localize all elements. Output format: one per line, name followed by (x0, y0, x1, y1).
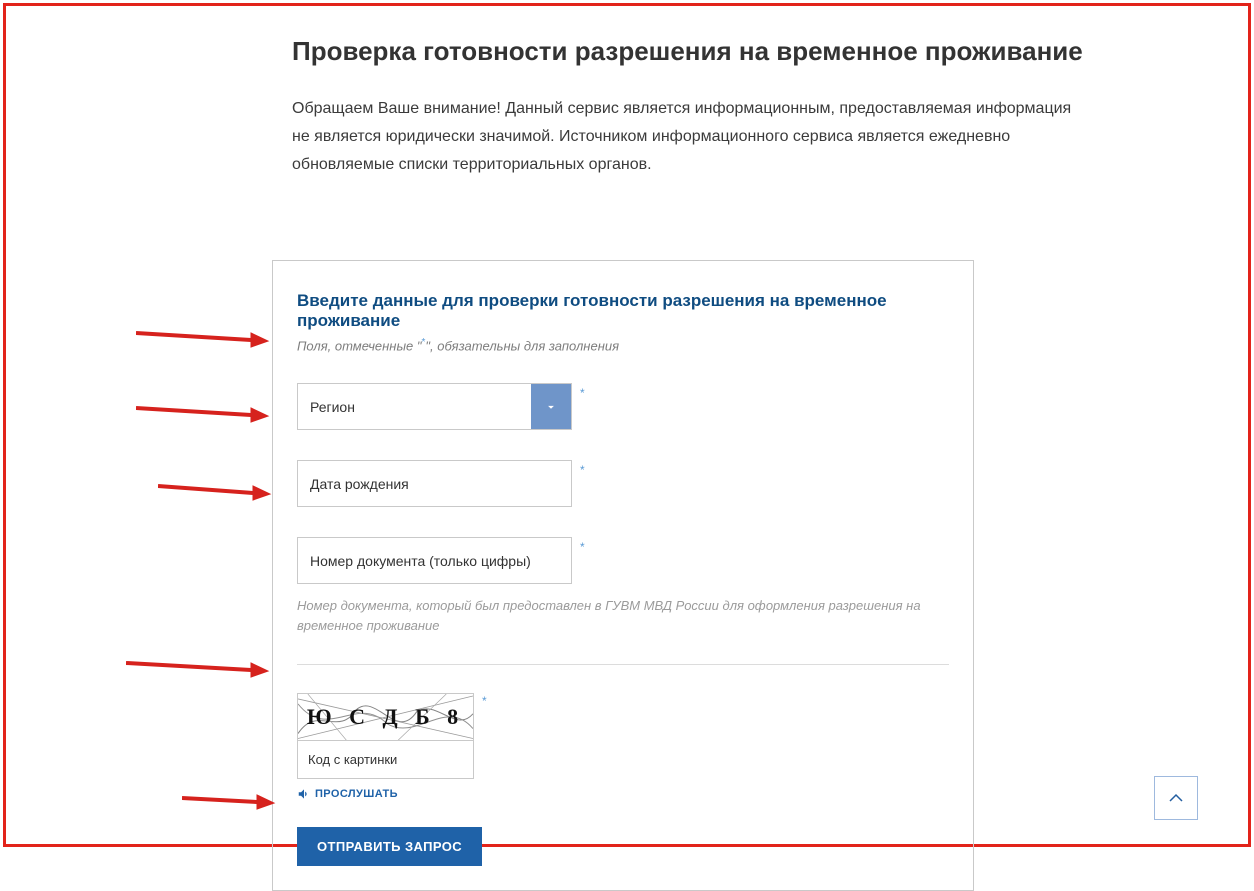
form-card: Введите данные для проверки готовности р… (272, 260, 974, 891)
annotated-frame: Проверка готовности разрешения на времен… (3, 3, 1251, 847)
captcha-input-placeholder: Код с картинки (308, 752, 397, 767)
dob-field-row: Дата рождения * (297, 460, 949, 507)
annotation-arrow (126, 656, 276, 691)
required-star-icon: * (580, 540, 585, 554)
captcha-listen-link[interactable]: ПРОСЛУШАТЬ (297, 787, 949, 801)
separator (297, 664, 949, 665)
required-star-icon: * (482, 694, 487, 708)
docnum-input[interactable]: Номер документа (только цифры) (297, 537, 572, 584)
speaker-icon (297, 787, 311, 801)
form-heading: Введите данные для проверки готовности р… (297, 291, 949, 331)
region-field-row: Регион * (297, 383, 949, 430)
dob-input[interactable]: Дата рождения (297, 460, 572, 507)
docnum-placeholder: Номер документа (только цифры) (310, 553, 531, 569)
docnum-field-row: Номер документа (только цифры) * Номер д… (297, 537, 949, 636)
intro-text: Обращаем Ваше внимание! Данный сервис яв… (292, 95, 1092, 179)
required-suffix: ", обязательны для заполнения (425, 338, 619, 353)
annotation-arrow (182, 788, 282, 823)
page-title: Проверка готовности разрешения на времен… (292, 36, 1188, 67)
chevron-down-icon (544, 400, 558, 414)
chevron-up-icon (1167, 789, 1185, 807)
annotation-arrow (136, 396, 276, 431)
captcha-block: Ю С Д Б 8 * Код с картинки ПРОСЛУШАТЬ (297, 693, 949, 801)
page-content: Проверка готовности разрешения на времен… (6, 6, 1248, 179)
captcha-input[interactable]: Код с картинки (297, 741, 474, 779)
dob-placeholder: Дата рождения (310, 476, 409, 492)
annotation-arrow (136, 318, 276, 353)
region-dropdown-button[interactable] (531, 384, 571, 429)
captcha-image: Ю С Д Б 8 (297, 693, 474, 741)
docnum-hint: Номер документа, который был предоставле… (297, 596, 937, 636)
submit-button[interactable]: ОТПРАВИТЬ ЗАПРОС (297, 827, 482, 866)
annotation-arrow (158, 474, 278, 509)
required-note: Поля, отмеченные "*", обязательны для за… (297, 337, 949, 353)
captcha-listen-label: ПРОСЛУШАТЬ (315, 788, 398, 800)
submit-label: ОТПРАВИТЬ ЗАПРОС (317, 839, 462, 854)
required-star-icon: * (580, 386, 585, 400)
required-prefix: Поля, отмеченные " (297, 338, 421, 353)
required-star-icon: * (580, 463, 585, 477)
captcha-chars: Ю С Д Б 8 (307, 704, 464, 730)
region-select-placeholder: Регион (298, 384, 531, 429)
region-select[interactable]: Регион (297, 383, 572, 430)
scroll-top-button[interactable] (1154, 776, 1198, 820)
